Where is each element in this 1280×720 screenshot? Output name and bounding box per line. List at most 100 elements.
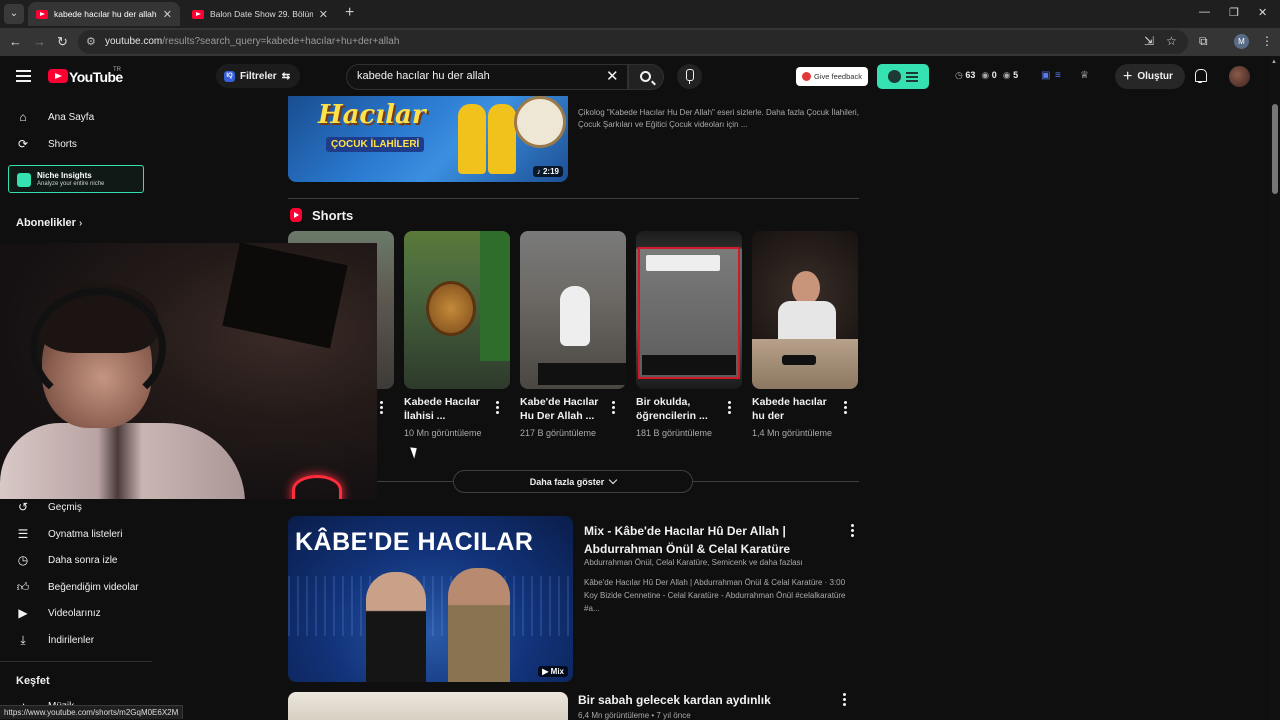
sidebar-subscriptions-header[interactable]: Abonelikler › bbox=[16, 217, 82, 229]
tab-close-icon[interactable]: ✕ bbox=[163, 8, 172, 21]
browser-menu-icon[interactable]: ⋮ bbox=[1261, 34, 1273, 48]
scrollbar-thumb[interactable] bbox=[1272, 104, 1278, 194]
profile-avatar[interactable]: M bbox=[1234, 34, 1249, 49]
short-title[interactable]: Bir okulda, öğrencilerin ... bbox=[636, 395, 724, 423]
filters-button[interactable]: IQ Filtreler ⇆ bbox=[216, 64, 301, 88]
forward-icon[interactable]: → bbox=[33, 34, 46, 49]
create-button[interactable]: + Oluştur bbox=[1115, 64, 1185, 89]
reload-icon[interactable]: ↻ bbox=[57, 34, 68, 50]
short-title[interactable]: Kabede Hacılar İlahisi ... bbox=[404, 395, 492, 423]
sidebar-item-home[interactable]: ⌂ Ana Sayfa bbox=[16, 110, 94, 124]
sidebar-item-playlists[interactable]: ☰ Oynatma listeleri bbox=[16, 527, 123, 541]
webcam-overlay bbox=[0, 243, 377, 499]
address-url[interactable]: youtube.com/results?search_query=kabede+… bbox=[105, 36, 399, 47]
chevron-right-icon: › bbox=[78, 218, 83, 229]
browser-tab[interactable]: Balon Date Show 29. Bölüm - Yo ✕ bbox=[184, 2, 336, 26]
clear-search-icon[interactable]: ✕ bbox=[606, 67, 619, 85]
more-actions-icon[interactable] bbox=[612, 401, 616, 416]
short-card[interactable]: Kabede Hacılar İlahisi ... 10 Mn görüntü… bbox=[404, 231, 510, 438]
video-thumbnail[interactable]: Hacılar ÇOCUK İLAHİLERİ ♪ 2:19 bbox=[288, 96, 568, 182]
extension-badge-icon: IQ bbox=[224, 70, 235, 82]
more-actions-icon[interactable] bbox=[496, 401, 500, 416]
music-note-icon: ♪ bbox=[536, 167, 541, 176]
show-more-button[interactable]: Daha fazla göster bbox=[453, 470, 693, 493]
sidebar-item-label: Videolarınız bbox=[48, 607, 101, 619]
video-channels[interactable]: Abdurrahman Önül, Celal Karatüre, Semice… bbox=[584, 558, 803, 567]
give-feedback-button[interactable]: Give feedback bbox=[796, 67, 868, 86]
tab-search-button[interactable]: ⌄ bbox=[4, 4, 24, 24]
video-description: Kâbe'de Hacılar Hû Der Allah | Abdurrahm… bbox=[584, 576, 860, 615]
thumbnail-title-text: Hacılar bbox=[318, 100, 426, 130]
sidebar-item-shorts[interactable]: ⟳ Shorts bbox=[16, 137, 77, 151]
short-thumbnail[interactable] bbox=[404, 231, 510, 389]
more-actions-icon[interactable] bbox=[844, 401, 848, 416]
scroll-up-icon[interactable]: ▲ bbox=[1271, 59, 1277, 65]
site-info-icon[interactable]: ⚙ bbox=[86, 35, 96, 48]
link-status-bar: https://www.youtube.com/shorts/m2GqM0E6X… bbox=[0, 705, 184, 719]
video-title[interactable]: Mix - Kâbe'de Hacılar Hû Der Allah | Abd… bbox=[584, 522, 834, 558]
home-icon: ⌂ bbox=[19, 110, 27, 124]
thumbnail-caption-box bbox=[646, 255, 720, 271]
short-card[interactable]: Bir okulda, öğrencilerin ... 181 B görün… bbox=[636, 231, 742, 438]
short-title[interactable]: Kabe'de Hacılar Hu Der Allah ... bbox=[520, 395, 608, 423]
short-card[interactable]: Kabede hacılar hu der 1,4 Mn görüntüleme bbox=[752, 231, 858, 438]
shorts-heading: Shorts bbox=[312, 208, 354, 223]
video-title[interactable]: Bir sabah gelecek kardan aydınlık bbox=[578, 693, 771, 707]
create-label: Oluştur bbox=[1137, 71, 1173, 82]
bookmark-star-icon[interactable]: ☆ bbox=[1166, 34, 1177, 48]
new-tab-button[interactable]: + bbox=[345, 4, 354, 22]
video-thumbnail[interactable] bbox=[288, 692, 568, 720]
niche-extension-button[interactable] bbox=[877, 64, 929, 89]
search-button[interactable] bbox=[628, 64, 664, 90]
sidebar-item-your-videos[interactable]: ▶ Videolarınız bbox=[16, 606, 101, 620]
search-icon bbox=[640, 71, 651, 82]
restore-icon[interactable]: ❐ bbox=[1229, 6, 1239, 19]
more-actions-icon[interactable] bbox=[728, 401, 732, 416]
tab-close-icon[interactable]: ✕ bbox=[319, 8, 328, 21]
mix-badge: ▶ Mix bbox=[538, 666, 568, 677]
install-app-icon[interactable]: ⇲ bbox=[1144, 34, 1154, 48]
niche-insights-card[interactable]: Niche Insights Analyze your entire niche bbox=[8, 165, 144, 193]
thumbnail-caption-bar bbox=[642, 355, 736, 375]
mix-item-line[interactable]: Koy Bizide Cennetine - Celal Karatüre - … bbox=[584, 589, 860, 615]
more-actions-icon[interactable] bbox=[843, 693, 847, 708]
back-icon[interactable]: ← bbox=[9, 34, 22, 49]
search-query[interactable]: kabede hacılar hu der allah bbox=[357, 70, 490, 82]
thumbnail-face bbox=[792, 271, 820, 305]
sidebar-item-downloads[interactable]: ⤓ İndirilenler bbox=[16, 633, 94, 648]
voice-search-button[interactable] bbox=[677, 64, 702, 89]
short-title[interactable]: Kabede hacılar hu der bbox=[752, 395, 840, 423]
mix-badge-text: Mix bbox=[550, 667, 564, 676]
minimize-icon[interactable]: — bbox=[1199, 6, 1210, 18]
sidebar-item-history[interactable]: ↺ Geçmiş bbox=[16, 500, 82, 514]
sidebar-item-liked-videos[interactable]: 👍︎ Beğendiğim videolar bbox=[16, 580, 139, 595]
guide-menu-icon[interactable] bbox=[16, 70, 31, 82]
subscriptions-label: Abonelikler bbox=[16, 217, 76, 229]
history-icon: ↺ bbox=[17, 500, 29, 514]
short-thumbnail[interactable] bbox=[520, 231, 626, 389]
short-card[interactable]: Kabe'de Hacılar Hu Der Allah ... 217 B g… bbox=[520, 231, 626, 438]
short-thumbnail[interactable] bbox=[636, 231, 742, 389]
mix-item-line[interactable]: Kâbe'de Hacılar Hû Der Allah | Abdurrahm… bbox=[584, 576, 860, 589]
sidebar-item-watch-later[interactable]: ◷ Daha sonra izle bbox=[16, 553, 118, 567]
notifications-bell-icon[interactable] bbox=[1193, 68, 1207, 84]
iq-extension-icon[interactable]: ▣ bbox=[1041, 70, 1050, 81]
video-icon: ▶ bbox=[18, 606, 28, 620]
youtube-logo-icon[interactable] bbox=[48, 69, 68, 83]
video-thumbnail[interactable]: KÂBE'DE HACILAR ▶ Mix bbox=[288, 516, 573, 682]
browser-tab-active[interactable]: kabede hacılar hu der allah - Yo ✕ bbox=[28, 2, 180, 26]
thumbnail-subtitle-text: ÇOCUK İLAHİLERİ bbox=[326, 137, 425, 152]
trophy-icon[interactable]: ♕ bbox=[1080, 70, 1089, 81]
list-icon bbox=[906, 72, 918, 74]
sidebar-item-label: Oynatma listeleri bbox=[48, 528, 123, 540]
sidebar-item-label: İndirilenler bbox=[48, 635, 95, 646]
short-thumbnail[interactable] bbox=[752, 231, 858, 389]
more-actions-icon[interactable] bbox=[380, 401, 384, 416]
close-window-icon[interactable]: ✕ bbox=[1258, 6, 1267, 19]
more-actions-icon[interactable] bbox=[851, 524, 855, 539]
shorts-logo-icon bbox=[290, 208, 302, 222]
account-avatar[interactable] bbox=[1229, 66, 1250, 87]
niche-insights-title: Niche Insights bbox=[37, 171, 92, 180]
extensions-icon[interactable]: ⧉ bbox=[1199, 34, 1208, 49]
lines-icon[interactable]: ≡ bbox=[1055, 70, 1061, 81]
